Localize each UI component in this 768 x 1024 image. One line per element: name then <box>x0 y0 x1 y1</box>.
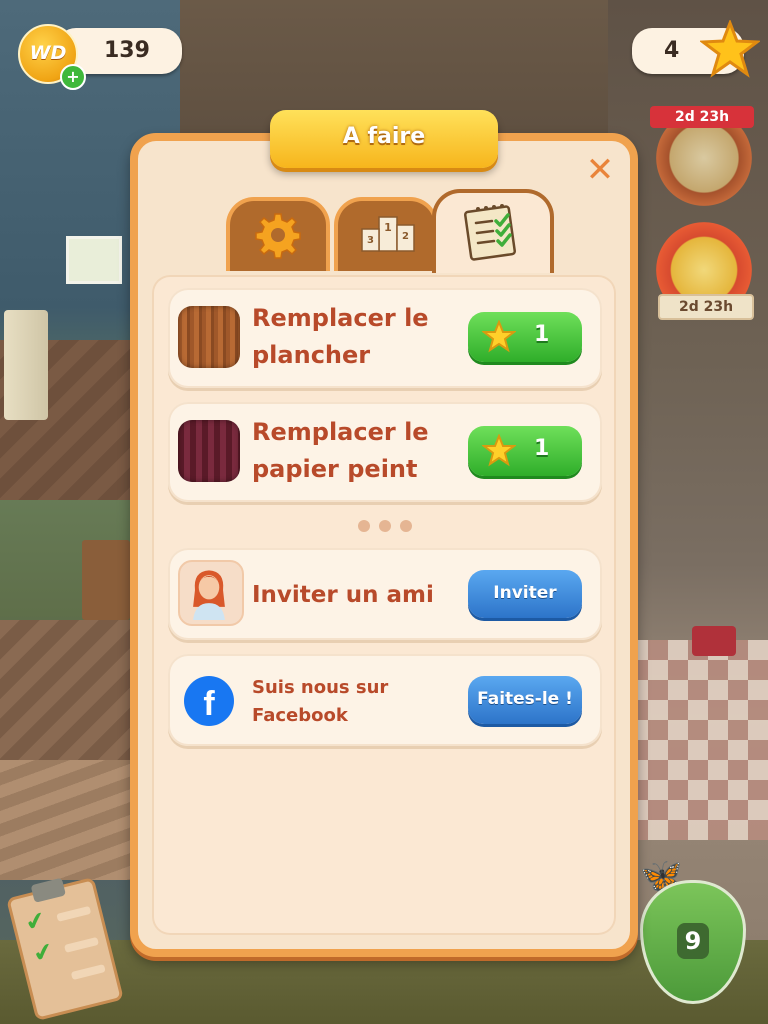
character-avatar-icon <box>193 570 225 620</box>
task-title-line: Remplacer le <box>252 418 429 446</box>
invite-label: Inviter un ami <box>252 582 434 608</box>
event1-timer: 2d 23h <box>650 106 754 128</box>
task-title: Remplacer le papier peint <box>252 414 429 488</box>
task-line <box>64 936 99 953</box>
close-button[interactable]: ✕ <box>582 152 618 188</box>
task-title-line: Remplacer le <box>252 304 429 332</box>
star-cost: 1 <box>534 322 550 347</box>
facebook-label-line: Facebook <box>252 705 348 726</box>
task-title-line: plancher <box>252 341 371 369</box>
star-icon <box>700 20 760 78</box>
star-icon <box>482 320 516 353</box>
facebook-icon: f <box>184 676 234 726</box>
panel-title: A faire <box>342 124 426 149</box>
avatar <box>178 560 244 626</box>
task-line <box>70 964 106 981</box>
house-window <box>66 236 122 284</box>
facebook-follow-button[interactable]: Faites-le ! <box>468 676 582 724</box>
star-cost: 1 <box>534 436 550 461</box>
star-icon <box>482 434 516 467</box>
wallpaper-thumbnail <box>178 420 240 482</box>
tab-leaderboard[interactable]: 1 3 2 <box>334 197 438 271</box>
tab-tasks[interactable] <box>432 189 554 273</box>
fridge <box>4 310 48 420</box>
checkered-floor <box>628 640 768 840</box>
svg-text:3: 3 <box>367 235 374 246</box>
task-title-line: papier peint <box>252 455 418 483</box>
porch-floor <box>0 760 150 880</box>
task-card-floor[interactable]: Remplacer le plancher 1 <box>168 288 602 388</box>
check-icon: ✔ <box>22 905 49 938</box>
dresser <box>82 540 130 620</box>
facebook-label: Suis nous sur Facebook <box>252 674 388 730</box>
task-line <box>56 905 92 922</box>
facebook-label-line: Suis nous sur <box>252 677 389 698</box>
add-coins-button[interactable]: + <box>60 64 86 90</box>
more-dots-icon <box>356 520 416 532</box>
svg-text:1: 1 <box>384 221 392 234</box>
event2-timer: 2d 23h <box>658 294 754 320</box>
gear-icon <box>255 213 301 259</box>
coins-value: 139 <box>104 38 150 63</box>
tab-settings[interactable] <box>226 197 330 271</box>
task-card-wallpaper[interactable]: Remplacer le papier peint 1 <box>168 402 602 502</box>
tasklist-icon <box>464 204 516 261</box>
complete-task-button[interactable]: 1 <box>468 312 582 362</box>
check-icon: ✔ <box>30 936 57 969</box>
panel-title-banner: A faire <box>270 110 498 168</box>
invite-button[interactable]: Inviter <box>468 570 582 618</box>
podium-icon: 1 3 2 <box>361 216 415 252</box>
invite-friend-card[interactable]: Inviter un ami Inviter <box>168 548 602 640</box>
facebook-follow-card[interactable]: f Suis nous sur Facebook Faites-le ! <box>168 654 602 746</box>
wood-floor-thumbnail <box>178 306 240 368</box>
svg-text:2: 2 <box>402 231 409 242</box>
suitcase <box>692 626 736 656</box>
complete-task-button[interactable]: 1 <box>468 426 582 476</box>
stars-value: 4 <box>664 38 680 63</box>
level-number: 9 <box>677 923 709 959</box>
task-title: Remplacer le plancher <box>252 300 429 374</box>
